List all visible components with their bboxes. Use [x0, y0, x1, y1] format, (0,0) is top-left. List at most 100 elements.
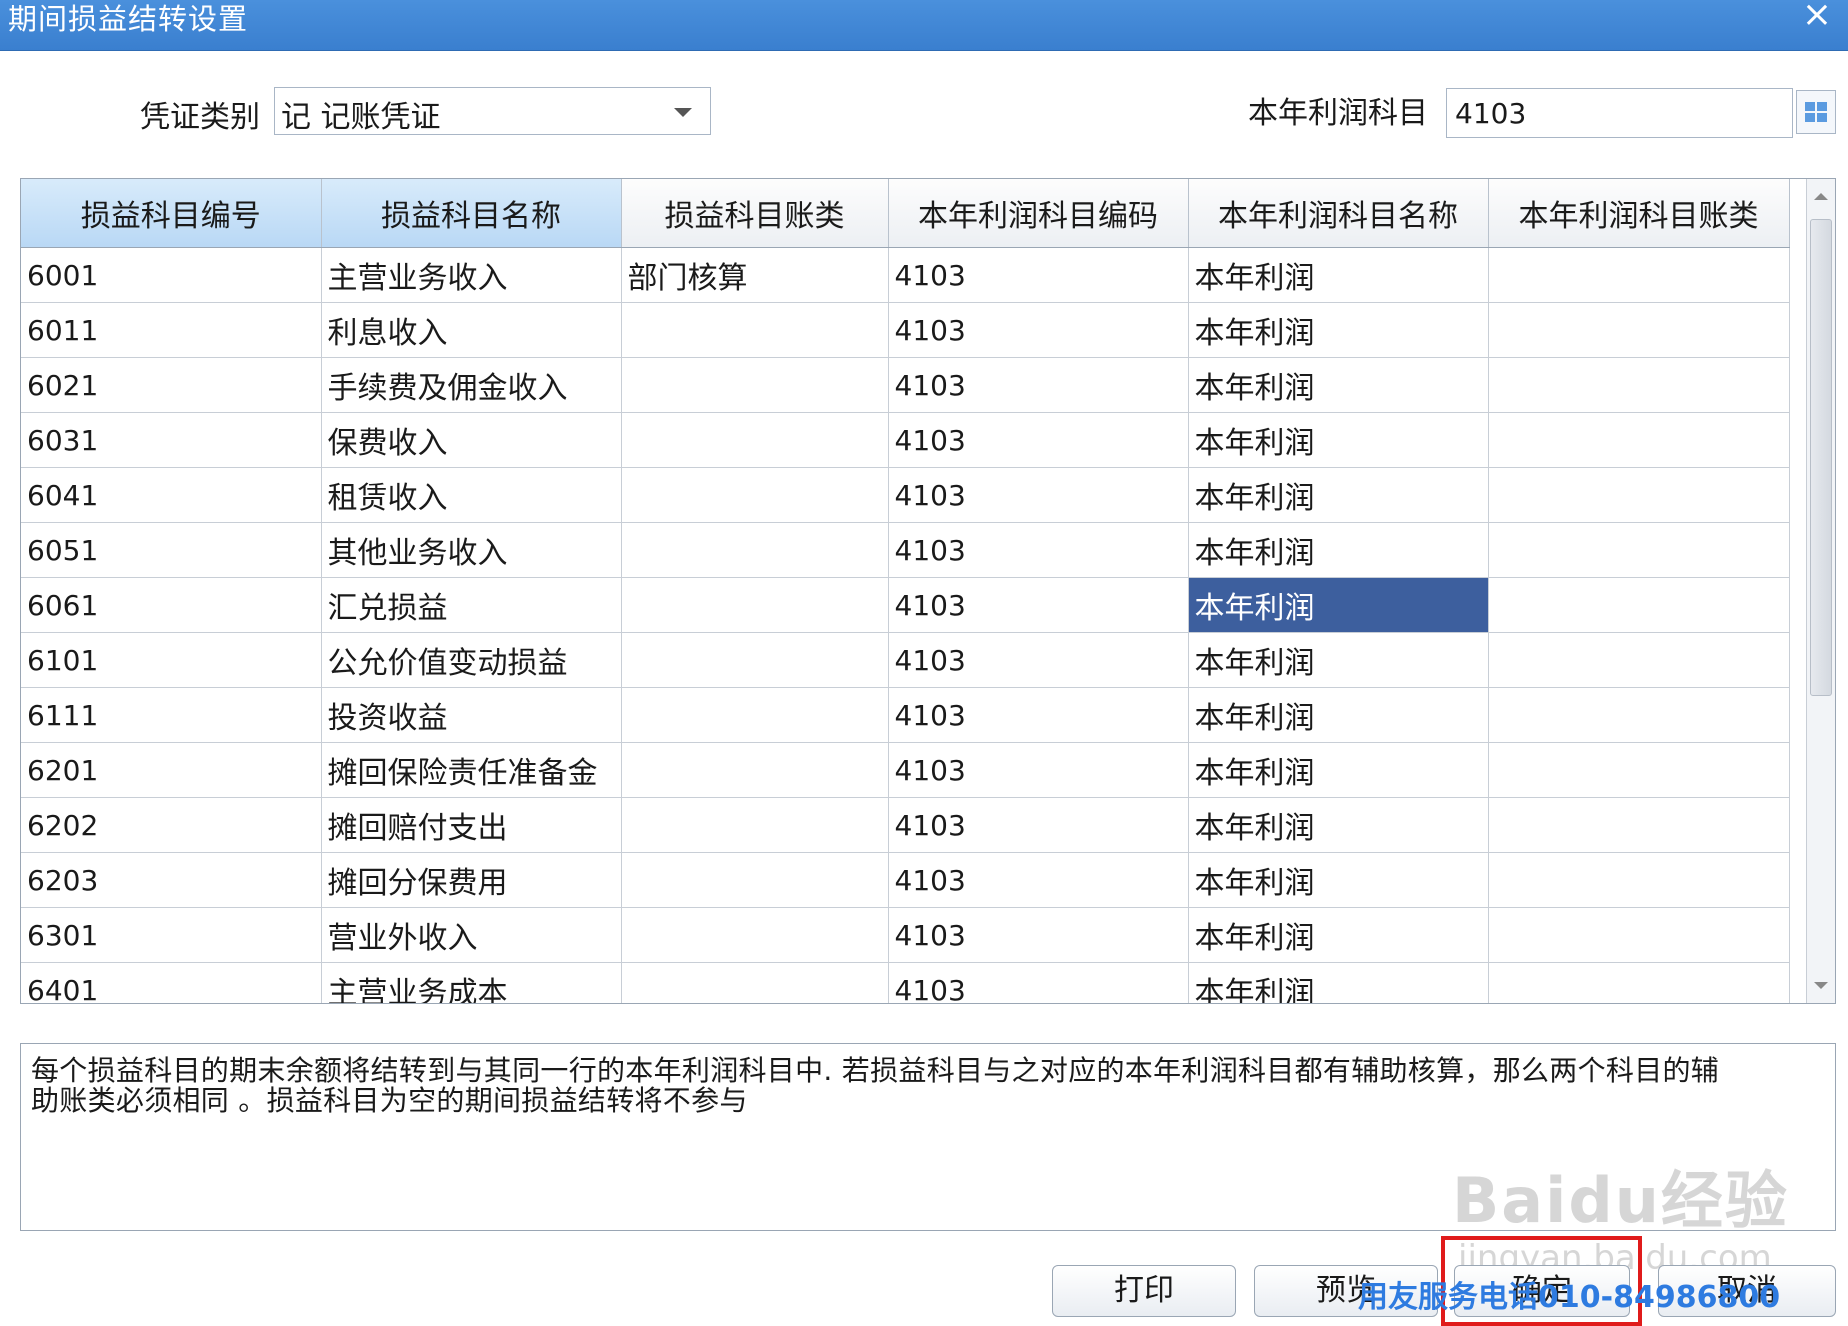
table-cell[interactable]: 4103	[888, 247, 1189, 303]
table-row[interactable]: 6021 手续费及佣金收入 4103 本年利润	[21, 357, 1790, 413]
table-row[interactable]: 6401 主营业务成本 4103 本年利润	[21, 962, 1790, 1003]
table-cell[interactable]: 保费收入	[321, 412, 622, 468]
table-cell[interactable]	[621, 302, 889, 358]
table-cell[interactable]: 6051	[21, 522, 322, 578]
table-cell[interactable]: 4103	[888, 742, 1189, 798]
table-cell[interactable]	[1488, 302, 1790, 358]
scroll-down-icon[interactable]	[1814, 982, 1828, 989]
table-cell[interactable]: 本年利润	[1188, 907, 1489, 963]
table-row[interactable]: 6111 投资收益 4103 本年利润	[21, 687, 1790, 743]
column-header[interactable]: 本年利润科目编码	[888, 179, 1189, 248]
column-header[interactable]: 本年利润科目账类	[1488, 179, 1790, 248]
table-cell[interactable]: 6401	[21, 962, 322, 1003]
table-cell[interactable]: 摊回保险责任准备金	[321, 742, 622, 798]
table-cell[interactable]: 本年利润	[1188, 247, 1489, 303]
table-cell[interactable]: 6203	[21, 852, 322, 908]
table-cell[interactable]: 本年利润	[1188, 632, 1489, 688]
table-cell[interactable]: 本年利润	[1188, 357, 1489, 413]
table-row[interactable]: 6031 保费收入 4103 本年利润	[21, 412, 1790, 468]
table-cell[interactable]: 本年利润	[1188, 797, 1489, 853]
table-cell[interactable]	[1488, 797, 1790, 853]
table-cell[interactable]	[1488, 412, 1790, 468]
vertical-scrollbar[interactable]	[1806, 179, 1835, 1003]
table-cell[interactable]: 本年利润	[1188, 687, 1489, 743]
table-cell[interactable]: 4103	[888, 687, 1189, 743]
table-cell[interactable]: 本年利润	[1188, 577, 1489, 633]
table-cell[interactable]: 本年利润	[1188, 412, 1489, 468]
table-cell[interactable]	[1488, 962, 1790, 1003]
column-header[interactable]: 本年利润科目名称	[1188, 179, 1489, 248]
table-cell[interactable]	[621, 357, 889, 413]
column-header[interactable]: 损益科目账类	[621, 179, 889, 248]
table-cell[interactable]: 公允价值变动损益	[321, 632, 622, 688]
table-cell[interactable]: 4103	[888, 412, 1189, 468]
table-cell[interactable]	[621, 687, 889, 743]
table-cell[interactable]	[1488, 467, 1790, 523]
table-cell[interactable]	[621, 742, 889, 798]
table-cell[interactable]: 4103	[888, 797, 1189, 853]
table-row[interactable]: 6001 主营业务收入 部门核算 4103 本年利润	[21, 247, 1790, 303]
table-cell[interactable]	[621, 907, 889, 963]
table-cell[interactable]	[621, 632, 889, 688]
table-cell[interactable]: 主营业务成本	[321, 962, 622, 1003]
column-header[interactable]: 损益科目编号	[21, 179, 322, 248]
table-cell[interactable]	[1488, 852, 1790, 908]
chevron-down-icon[interactable]	[674, 108, 692, 117]
table-cell[interactable]: 6041	[21, 467, 322, 523]
table-cell[interactable]: 本年利润	[1188, 852, 1489, 908]
table-cell[interactable]: 4103	[888, 467, 1189, 523]
table-cell[interactable]: 6031	[21, 412, 322, 468]
table-cell[interactable]: 部门核算	[621, 247, 889, 303]
table-cell[interactable]	[621, 412, 889, 468]
table-cell[interactable]	[1488, 577, 1790, 633]
table-cell[interactable]	[1488, 632, 1790, 688]
table-cell[interactable]: 手续费及佣金收入	[321, 357, 622, 413]
table-cell[interactable]	[1488, 522, 1790, 578]
table-cell[interactable]: 4103	[888, 302, 1189, 358]
table-cell[interactable]: 4103	[888, 852, 1189, 908]
table-cell[interactable]	[1488, 247, 1790, 303]
table-cell[interactable]: 6301	[21, 907, 322, 963]
scroll-up-icon[interactable]	[1814, 193, 1828, 200]
print-button[interactable]: 打印	[1052, 1265, 1236, 1317]
table-cell[interactable]: 租赁收入	[321, 467, 622, 523]
carryover-grid[interactable]: 损益科目编号 损益科目名称 损益科目账类 本年利润科目编码 本年利润科目名称 本年利润科目…	[20, 178, 1836, 1004]
table-cell[interactable]: 6111	[21, 687, 322, 743]
table-row[interactable]: 6101 公允价值变动损益 4103 本年利润	[21, 632, 1790, 688]
table-row[interactable]: 6203 摊回分保费用 4103 本年利润	[21, 852, 1790, 908]
table-cell[interactable]: 利息收入	[321, 302, 622, 358]
table-cell[interactable]: 4103	[888, 522, 1189, 578]
table-cell[interactable]	[621, 522, 889, 578]
table-cell[interactable]: 摊回分保费用	[321, 852, 622, 908]
table-cell[interactable]	[621, 852, 889, 908]
close-icon[interactable]: ×	[1800, 0, 1834, 34]
table-cell[interactable]: 6101	[21, 632, 322, 688]
table-cell[interactable]: 汇兑损益	[321, 577, 622, 633]
table-cell[interactable]: 4103	[888, 632, 1189, 688]
table-cell[interactable]: 6001	[21, 247, 322, 303]
table-cell[interactable]	[621, 577, 889, 633]
table-cell[interactable]	[1488, 357, 1790, 413]
table-row[interactable]: 6041 租赁收入 4103 本年利润	[21, 467, 1790, 523]
profit-account-input[interactable]	[1446, 88, 1793, 138]
table-cell[interactable]: 其他业务收入	[321, 522, 622, 578]
table-cell[interactable]: 4103	[888, 357, 1189, 413]
table-cell[interactable]: 6201	[21, 742, 322, 798]
table-cell[interactable]: 4103	[888, 962, 1189, 1003]
table-cell[interactable]: 本年利润	[1188, 522, 1489, 578]
table-cell[interactable]: 6011	[21, 302, 322, 358]
table-row[interactable]: 6202 摊回赔付支出 4103 本年利润	[21, 797, 1790, 853]
table-cell[interactable]: 营业外收入	[321, 907, 622, 963]
voucher-type-select[interactable]: 记 记账凭证	[274, 87, 711, 135]
table-cell[interactable]: 投资收益	[321, 687, 622, 743]
table-cell[interactable]: 6061	[21, 577, 322, 633]
table-row[interactable]: 6201 摊回保险责任准备金 4103 本年利润	[21, 742, 1790, 798]
table-row[interactable]: 6061 汇兑损益 4103 本年利润	[21, 577, 1790, 633]
table-cell[interactable]	[1488, 687, 1790, 743]
table-cell[interactable]	[621, 797, 889, 853]
table-cell[interactable]: 6021	[21, 357, 322, 413]
table-cell[interactable]: 本年利润	[1188, 742, 1489, 798]
column-header[interactable]: 损益科目名称	[321, 179, 622, 248]
table-cell[interactable]: 本年利润	[1188, 962, 1489, 1003]
table-cell[interactable]: 主营业务收入	[321, 247, 622, 303]
